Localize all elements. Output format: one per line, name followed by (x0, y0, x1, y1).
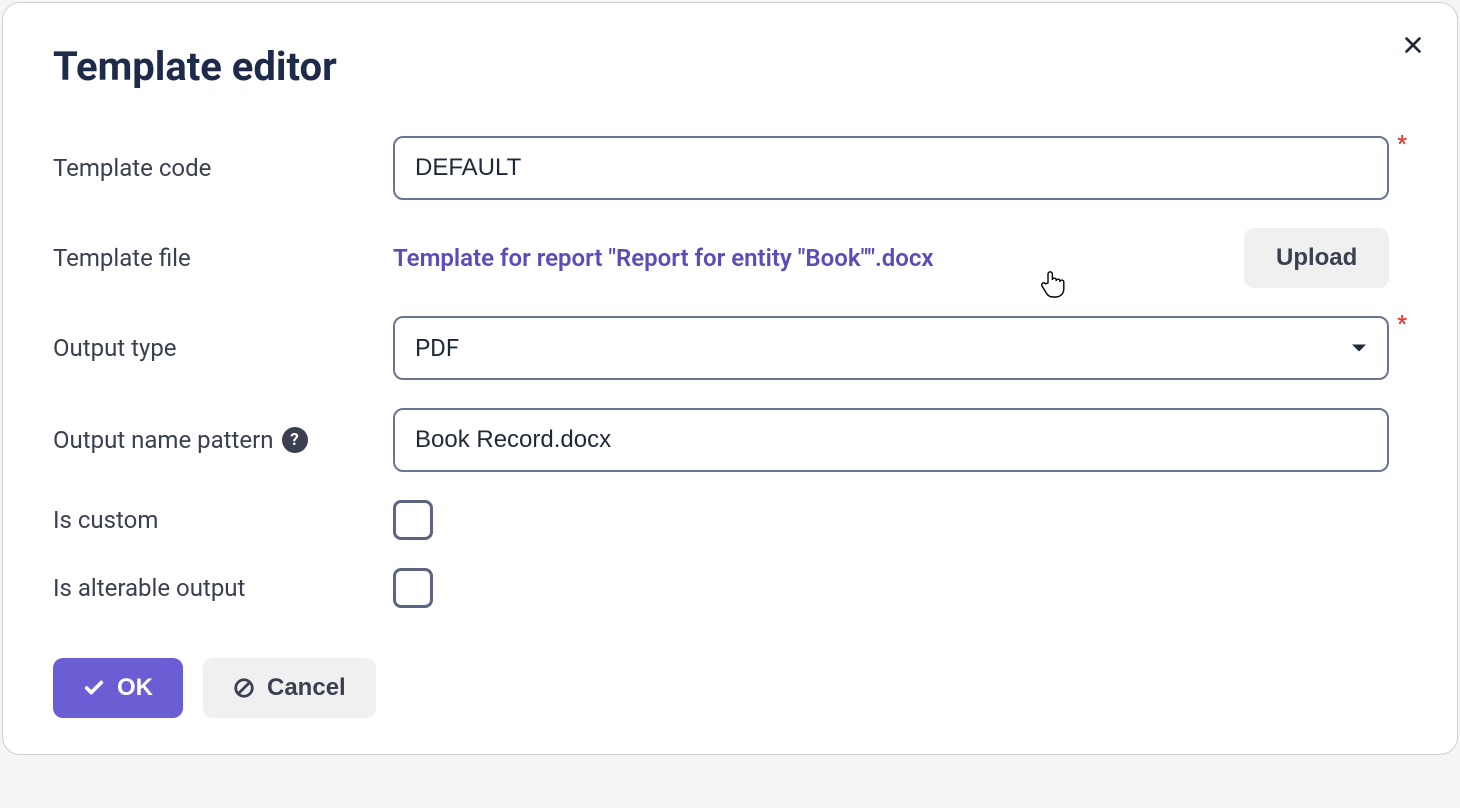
row-is-alterable: Is alterable output (53, 568, 1407, 608)
template-file-link[interactable]: Template for report "Report for entity "… (393, 244, 934, 272)
cancel-label: Cancel (267, 674, 346, 702)
output-type-value: PDF (415, 334, 459, 362)
label-output-type: Output type (53, 334, 393, 362)
upload-button[interactable]: Upload (1244, 228, 1389, 288)
output-type-select[interactable]: PDF (393, 316, 1389, 380)
row-is-custom: Is custom (53, 500, 1407, 540)
label-template-code: Template code (53, 154, 393, 182)
label-is-custom: Is custom (53, 506, 393, 534)
is-alterable-checkbox[interactable] (393, 568, 433, 608)
button-row: OK Cancel (53, 658, 1407, 718)
check-icon (83, 677, 105, 699)
close-button[interactable] (1399, 31, 1427, 59)
label-is-alterable: Is alterable output (53, 574, 393, 602)
row-output-name-pattern: Output name pattern ? (53, 408, 1407, 472)
row-template-file: Template file Template for report "Repor… (53, 228, 1407, 288)
output-name-pattern-input[interactable] (393, 408, 1389, 472)
label-text: Output name pattern (53, 426, 274, 454)
row-template-code: Template code * (53, 136, 1407, 200)
required-mark-icon: * (1397, 132, 1407, 157)
ok-label: OK (117, 674, 153, 702)
ban-icon (233, 677, 255, 699)
row-output-type: Output type PDF * (53, 316, 1407, 380)
template-editor-dialog: Template editor Template code * Template… (2, 2, 1458, 755)
dialog-title: Template editor (53, 43, 1407, 90)
required-mark-icon: * (1397, 312, 1407, 337)
cancel-button[interactable]: Cancel (203, 658, 376, 718)
template-code-input[interactable] (393, 136, 1389, 200)
close-icon (1402, 34, 1424, 56)
label-template-file: Template file (53, 244, 393, 272)
help-icon[interactable]: ? (282, 427, 308, 453)
ok-button[interactable]: OK (53, 658, 183, 718)
label-output-name-pattern: Output name pattern ? (53, 426, 393, 454)
is-custom-checkbox[interactable] (393, 500, 433, 540)
